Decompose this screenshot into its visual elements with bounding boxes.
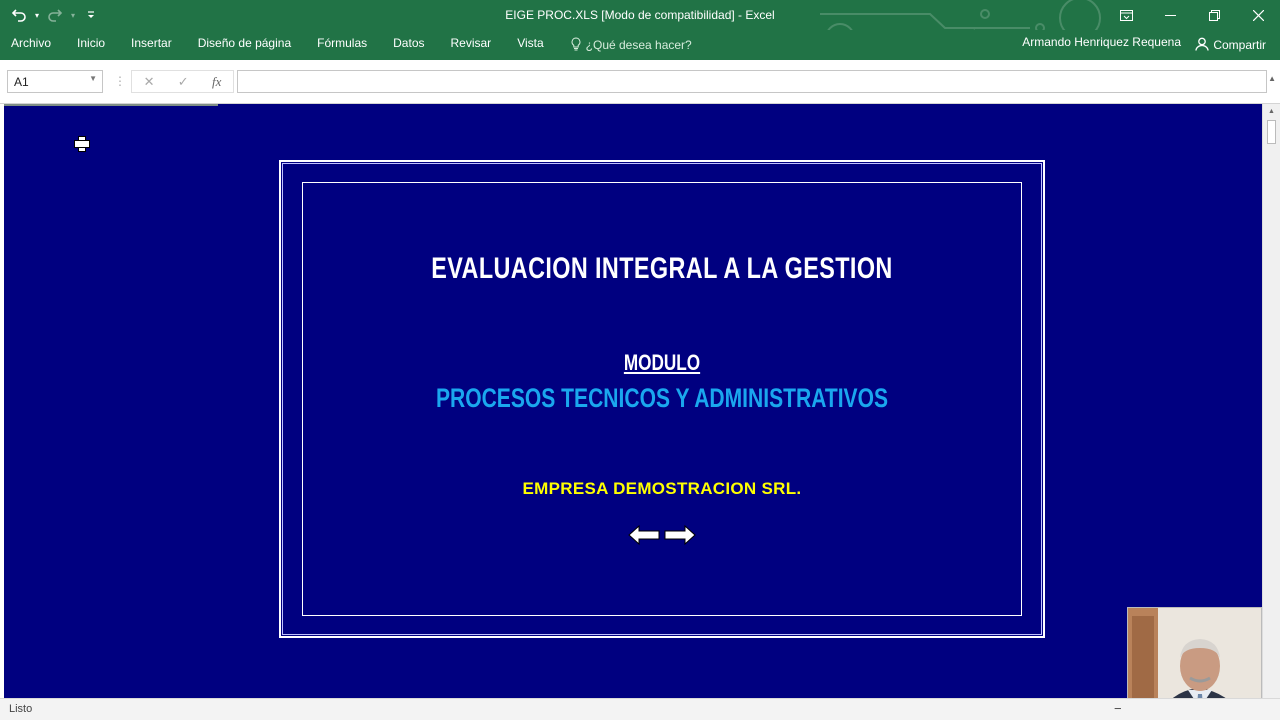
module-name: PROCESOS TECNICOS Y ADMINISTRATIVOS [435, 383, 889, 413]
name-box[interactable]: A1 ▼ [7, 70, 103, 93]
window-title: EIGE PROC.XLS [Modo de compatibilidad] -… [505, 8, 775, 22]
worksheet-area[interactable]: EVALUACION INTEGRAL A LA GESTION MODULO … [0, 104, 1262, 698]
tab-archivo[interactable]: Archivo [0, 30, 64, 60]
chevron-down-icon[interactable]: ▼ [89, 74, 97, 83]
ribbon-tab-bar: Archivo Inicio Insertar Diseño de página… [0, 30, 1280, 60]
ribbon-display-icon[interactable] [1104, 0, 1148, 30]
selected-cell-highlight [4, 104, 218, 106]
tab-vista[interactable]: Vista [504, 30, 556, 60]
cancel-icon[interactable]: ✕ [144, 74, 155, 90]
scroll-up-icon[interactable]: ▲ [1268, 108, 1275, 115]
expand-formula-bar-icon[interactable]: ▲ [1268, 74, 1276, 83]
tab-inicio[interactable]: Inicio [64, 30, 118, 60]
status-text: Listo [9, 703, 33, 715]
person-icon [1195, 37, 1209, 54]
ribbon-tabs: Archivo Inicio Insertar Diseño de página… [0, 30, 692, 60]
name-box-value: A1 [14, 75, 29, 89]
tab-insertar[interactable]: Insertar [118, 30, 185, 60]
cell-cursor-icon [74, 136, 90, 152]
tab-revisar[interactable]: Revisar [438, 30, 505, 60]
tab-datos[interactable]: Datos [380, 30, 437, 60]
formula-bar: A1 ▼ ⋮ ✕ ✓ fx ▲ [0, 60, 1280, 104]
zoom-out-icon[interactable]: − [1114, 701, 1122, 716]
user-name[interactable]: Armando Henriquez Requena [1022, 30, 1181, 60]
vertical-scrollbar[interactable]: ▲ [1262, 104, 1280, 698]
arrow-left-icon[interactable] [628, 523, 660, 547]
formula-bar-grip-icon[interactable]: ⋮ [114, 74, 126, 88]
formula-buttons: ✕ ✓ fx [131, 70, 234, 93]
sheet-left-edge [0, 104, 4, 698]
enter-icon[interactable]: ✓ [178, 74, 189, 90]
status-bar: Listo − [0, 698, 1280, 720]
main-title: EVALUACION INTEGRAL A LA GESTION [431, 252, 893, 285]
tab-diseno-de-pagina[interactable]: Diseño de página [185, 30, 304, 60]
formula-input[interactable] [237, 70, 1267, 93]
minimize-icon[interactable] [1148, 0, 1192, 30]
tell-me-search[interactable]: ¿Qué desea hacer? [557, 30, 692, 60]
lightbulb-icon [571, 36, 581, 54]
insert-function-icon[interactable]: fx [212, 74, 221, 90]
share-button[interactable]: Compartir [1195, 34, 1266, 56]
navigation-arrows [628, 523, 698, 549]
tell-me-placeholder: ¿Qué desea hacer? [585, 38, 692, 52]
arrow-right-icon[interactable] [664, 523, 696, 547]
share-label: Compartir [1213, 38, 1266, 52]
title-bar: ▾ ▾ EIGE PROC.XLS [Modo de compatibilida… [0, 0, 1280, 53]
tab-formulas[interactable]: Fórmulas [304, 30, 380, 60]
modulo-label-text: MODULO [623, 350, 701, 375]
company-name: EMPRESA DEMOSTRACION SRL. [522, 479, 802, 498]
modulo-label: MODULO [381, 350, 943, 376]
scrollbar-thumb[interactable] [1267, 120, 1276, 144]
window-controls [1104, 0, 1280, 30]
restore-icon[interactable] [1192, 0, 1236, 30]
close-icon[interactable] [1236, 0, 1280, 30]
